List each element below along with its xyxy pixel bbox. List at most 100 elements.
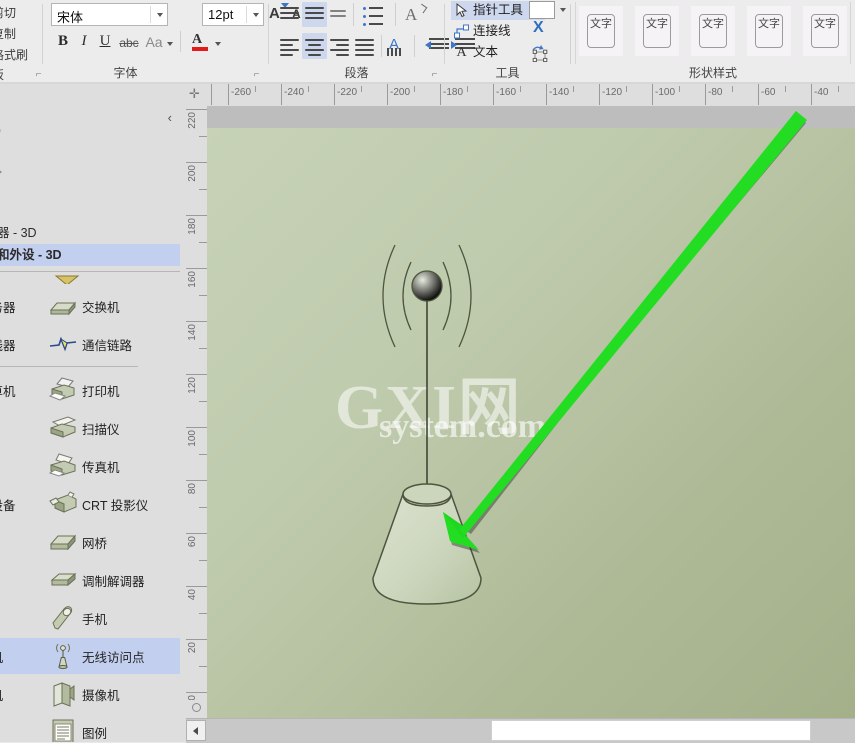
ruler-label: -240 — [284, 87, 305, 98]
connector-tool-button[interactable]: 连接线 — [451, 22, 545, 41]
shape-fill-chevron-down-icon[interactable] — [560, 8, 566, 12]
ruler-tick-minor — [199, 348, 207, 349]
font-color-button[interactable]: A — [192, 32, 210, 52]
copy-button[interactable]: 复制 — [0, 25, 16, 42]
shape-label: CRT 投影仪 — [82, 499, 149, 513]
ribbon-group-font: 宋体 12pt A A B I U abc Aa A 字体 ⌐ — [43, 0, 310, 84]
align-center-button[interactable] — [305, 39, 324, 59]
vertical-scrollbar-stub[interactable] — [186, 700, 207, 718]
swatch-label: 文字 — [758, 18, 780, 30]
horizontal-scrollbar[interactable] — [186, 718, 855, 743]
cut-button[interactable]: 剪切 — [0, 4, 16, 21]
shape-row-scanner[interactable]: 仪 扫描仪 — [0, 410, 180, 446]
align-top-button[interactable] — [280, 7, 299, 22]
shape-style-swatch-4[interactable]: 文字 — [747, 6, 791, 56]
align-left-button[interactable] — [280, 39, 299, 59]
ruler-tick — [186, 374, 207, 375]
ruler-tick-minor — [679, 86, 680, 92]
ruler-tick-minor — [199, 507, 207, 508]
chevron-down-icon[interactable] — [157, 13, 163, 17]
shape-row-printer[interactable]: 计算机 打印机 — [0, 372, 180, 408]
shape-label: 摄像机 — [82, 689, 120, 703]
ruler-tick-minor — [199, 454, 207, 455]
align-right-button[interactable] — [330, 39, 349, 59]
font-color-label: A — [192, 32, 203, 47]
underline-button[interactable]: U — [97, 33, 113, 55]
shape-row-video-camera[interactable]: 相机 摄像机 — [0, 676, 180, 712]
shape-style-swatch-2[interactable]: 文字 — [635, 6, 679, 56]
paragraph-separator — [381, 35, 382, 57]
text-direction-button[interactable]: A — [405, 5, 417, 25]
annotation-arrow[interactable] — [207, 106, 855, 718]
shape-row-legend[interactable]: 图例 — [0, 714, 180, 742]
collapse-panel-icon[interactable]: ‹ — [168, 110, 172, 125]
wireless-access-point-icon — [48, 642, 78, 670]
scroll-left-button[interactable] — [186, 720, 206, 741]
ruler-tick — [811, 84, 812, 105]
expander-triangle-icon[interactable] — [0, 166, 2, 178]
font-size-combo[interactable]: 12pt — [202, 3, 264, 26]
text-direction-arrow-icon — [417, 3, 428, 14]
vertical-ruler[interactable]: 220 200 180 160 140 120 100 80 60 40 20 0 — [186, 106, 207, 718]
format-painter-button[interactable]: 格式刷 — [0, 46, 28, 63]
drawing-page[interactable]: GXI网 system.com — [207, 111, 855, 718]
close-x-icon[interactable]: X — [533, 19, 544, 37]
shape-fill-button[interactable] — [529, 1, 555, 19]
ruler-label: -80 — [708, 87, 723, 98]
shape-row-crt-projector[interactable]: 能设备 CRT 投影仪 — [0, 486, 180, 522]
shape-row-comm-link[interactable]: 集线器 通信链路 — [0, 326, 180, 362]
ruler-tick-minor — [199, 136, 207, 137]
shape-row-modem[interactable]: 器 调制解调器 — [0, 562, 180, 598]
align-justify-button[interactable] — [355, 39, 374, 59]
ruler-tick — [186, 268, 207, 269]
scrollbar-thumb[interactable] — [491, 720, 811, 741]
italic-button[interactable]: I — [76, 33, 92, 55]
shapes-search-label[interactable]: 搜索 — [0, 122, 1, 141]
font-color-chevron-down-icon[interactable] — [215, 42, 221, 46]
ruler-tick — [186, 162, 207, 163]
ruler-tick-minor — [838, 86, 839, 92]
shape-row-cellphone[interactable]: 机 手机 — [0, 600, 180, 636]
font-dialog-launcher-icon[interactable]: ⌐ — [251, 69, 262, 80]
stencil-title-network-3d[interactable]: 网络和外设 - 3D — [0, 244, 180, 266]
shape-row-bridge[interactable]: 机 网桥 — [0, 524, 180, 560]
font-name-value: 宋体 — [57, 10, 84, 25]
panel-divider — [0, 271, 180, 272]
ruler-tick-minor — [414, 86, 415, 92]
rotate-shape-icon[interactable] — [530, 44, 550, 63]
stencil-title-monitor-3d[interactable]: 显示器 - 3D — [0, 222, 37, 241]
drawing-canvas[interactable]: GXI网 system.com — [207, 106, 855, 718]
tools-group-title: 工具 — [495, 66, 520, 80]
paragraph-separator — [414, 35, 415, 57]
align-middle-button[interactable] — [305, 7, 324, 22]
shape-style-swatch-3[interactable]: 文字 — [691, 6, 735, 56]
ruler-tick — [186, 215, 207, 216]
shape-label: 无线访问点 — [82, 651, 145, 665]
ruler-label: -60 — [761, 87, 776, 98]
shape-row-wireless-access-point[interactable]: 手机 无线访问点 — [0, 638, 180, 674]
change-case-button[interactable]: Aa — [143, 34, 165, 56]
shape-row-fax[interactable]: 机 传真机 — [0, 448, 180, 484]
chevron-down-icon[interactable] — [253, 13, 259, 17]
shape-style-swatch-5[interactable]: 文字 — [803, 6, 847, 56]
ruler-origin-corner[interactable]: ✛ — [186, 84, 207, 106]
pointer-icon — [453, 2, 470, 19]
font-name-combo[interactable]: 宋体 — [51, 3, 168, 26]
strikethrough-button[interactable]: abc — [118, 36, 140, 58]
shape-row-switch[interactable]: 服务器 交换机 — [0, 288, 180, 324]
paragraph-dialog-launcher-icon[interactable]: ⌐ — [429, 69, 440, 80]
align-bottom-button[interactable] — [330, 10, 346, 20]
change-case-chevron-down-icon[interactable] — [167, 42, 173, 46]
shape-left-label: 手机 — [0, 647, 3, 666]
swatch-label: 文字 — [646, 18, 668, 30]
font-size-value: 12pt — [208, 7, 234, 22]
combo-divider — [150, 6, 151, 23]
shape-label: 图例 — [82, 727, 108, 741]
ruler-tick-minor — [199, 560, 207, 561]
bold-button[interactable]: B — [55, 33, 71, 55]
ruler-tick — [387, 84, 388, 105]
shape-style-swatch-1[interactable]: 文字 — [579, 6, 623, 56]
horizontal-ruler[interactable]: -260 -240 -220 -200 -180 -160 -140 -120 -100 -80 -… — [207, 84, 855, 106]
shape-left-label: 能设备 — [0, 499, 16, 513]
ruler-label: -160 — [496, 87, 517, 98]
